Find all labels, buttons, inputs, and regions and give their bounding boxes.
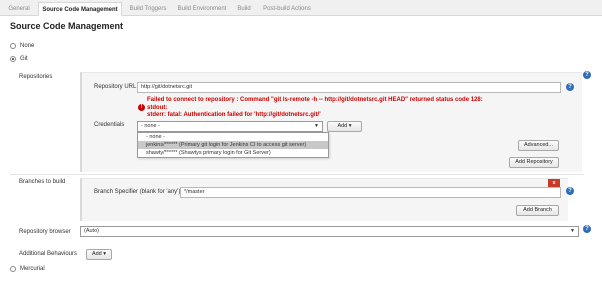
repositories-help-icon[interactable]: ?	[583, 71, 591, 79]
repository-url-label: Repository URL	[94, 84, 137, 90]
delete-branch-button[interactable]: x	[548, 179, 560, 187]
tab-general[interactable]: General	[4, 2, 34, 16]
add-credentials-label: Add	[337, 123, 348, 129]
advanced-button[interactable]: Advanced...	[518, 140, 559, 151]
section-title: Source Code Management	[10, 21, 124, 31]
add-behaviour-label: Add	[91, 251, 102, 257]
repository-browser-select[interactable]: (Auto) ▼	[80, 226, 579, 237]
branches-label: Branches to build	[19, 179, 66, 185]
chevron-down-icon: ▾	[103, 251, 107, 257]
credential-option-jenkins[interactable]: jenkins/****** (Primary git login for Je…	[138, 141, 328, 149]
credential-option-shawty[interactable]: shawty/****** (Shawtys primary login for…	[138, 149, 328, 157]
branch-specifier-label: Branch Specifier (blank for 'any')	[94, 189, 181, 195]
repositories-label: Repositories	[19, 74, 53, 80]
credentials-dropdown: - none - jenkins/****** (Primary git log…	[137, 132, 329, 158]
scm-option-git[interactable]: Git	[10, 54, 28, 64]
scm-option-none[interactable]: None	[10, 41, 34, 51]
add-behaviour-button[interactable]: Add ▾	[86, 249, 112, 260]
divider	[10, 174, 584, 175]
additional-behaviours-label: Additional Behaviours	[19, 251, 78, 257]
repository-browser-label: Repository browser	[19, 229, 71, 235]
scm-option-mercurial[interactable]: Mercurial	[10, 264, 45, 274]
error-icon: !	[138, 104, 145, 111]
credential-option-none[interactable]: - none -	[138, 133, 328, 141]
credentials-selected-value: - none -	[141, 123, 160, 129]
tab-source-code-management[interactable]: Source Code Management	[38, 2, 122, 16]
radio-git[interactable]	[10, 56, 16, 62]
connection-error-message: Failed to connect to repository : Comman…	[147, 97, 483, 103]
chevron-down-icon: ▼	[314, 123, 319, 129]
radio-mercurial[interactable]	[10, 266, 16, 272]
chevron-down-icon: ▼	[570, 228, 575, 234]
radio-none[interactable]	[10, 43, 16, 49]
branch-specifier-help-icon[interactable]: ?	[566, 187, 574, 195]
scm-option-mercurial-label: Mercurial	[20, 266, 45, 272]
credentials-label: Credentials	[94, 122, 125, 128]
add-credentials-button[interactable]: Add ▾	[327, 121, 362, 132]
add-repository-button[interactable]: Add Repository	[509, 157, 559, 168]
error-stdout: stdout:	[147, 105, 168, 111]
chevron-down-icon: ▾	[348, 123, 352, 129]
repository-url-input[interactable]: http://git/dotnetsrc.git	[137, 82, 561, 93]
repository-browser-value: (Auto)	[84, 228, 99, 234]
repository-url-help-icon[interactable]: ?	[566, 83, 574, 91]
scm-option-none-label: None	[20, 43, 35, 49]
tab-build[interactable]: Build	[234, 2, 254, 16]
repository-browser-help-icon[interactable]: ?	[583, 225, 591, 233]
credentials-select[interactable]: - none - ▼	[137, 121, 323, 132]
scm-option-git-label: Git	[20, 56, 28, 62]
tab-build-environment[interactable]: Build Environment	[174, 2, 230, 16]
error-stderr: stderr: fatal: Authentication failed for…	[147, 112, 321, 118]
branch-specifier-input[interactable]: */master	[180, 187, 561, 198]
tab-bar: General Source Code Management Build Tri…	[0, 0, 602, 16]
branch-panel	[80, 178, 568, 221]
tab-build-triggers[interactable]: Build Triggers	[125, 2, 171, 16]
tab-post-build-actions[interactable]: Post-build Actions	[260, 2, 314, 16]
add-branch-button[interactable]: Add Branch	[516, 205, 559, 216]
